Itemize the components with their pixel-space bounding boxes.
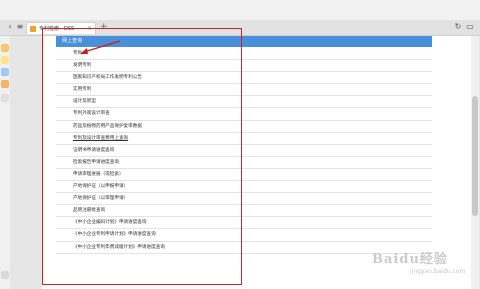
list-item-link[interactable]: 国家知识产权局工作发明专利公告 xyxy=(73,75,142,80)
list-item[interactable]: 产地保护证（以审理申请） xyxy=(56,193,432,206)
list-item-link[interactable]: 品牌注册批查询 xyxy=(73,208,105,213)
list-item-link[interactable]: 证明书申请进度查询 xyxy=(73,148,114,153)
scrollbar-thumb[interactable] xyxy=(472,96,478,216)
list-item[interactable]: 国家知识产权局工作发明专利公告 xyxy=(56,72,432,85)
list-item[interactable]: 产地保护证（以申报申请） xyxy=(56,181,432,194)
list-item[interactable]: 专利及设计审查费用上查询 xyxy=(56,133,432,145)
list-item-link[interactable]: 检索报告申请进度查询 xyxy=(73,160,119,165)
app-title-bar xyxy=(0,0,480,20)
panel-header: 网上查询 xyxy=(56,36,432,47)
list-item[interactable]: 专利外观设计审查 xyxy=(56,108,432,121)
watermark-url: jingyan.baidu.com xyxy=(410,268,466,275)
reload-icon[interactable]: ↻ xyxy=(452,22,464,32)
sidebar-app-icon[interactable] xyxy=(1,68,9,76)
new-tab-button[interactable]: + xyxy=(100,22,108,33)
sidebar-add-icon[interactable] xyxy=(1,271,9,279)
close-tab-icon[interactable]: × xyxy=(87,23,92,34)
sidebar-app-icon[interactable] xyxy=(1,56,9,64)
menu-icon[interactable]: ≡ xyxy=(14,22,26,32)
list-item-link[interactable]: 专利 xyxy=(73,51,82,56)
browser-toolbar: ‹ ≡ 专利检索 - DSS × + ↻ ▭ xyxy=(0,20,480,36)
list-item[interactable]: 专利 xyxy=(56,48,432,61)
list-item-link[interactable]: 实用专利 xyxy=(73,87,91,92)
tab-title: 专利检索 - DSS xyxy=(39,26,75,32)
list-item[interactable]: 检索报告申请进度查询 xyxy=(56,157,432,169)
list-item-link[interactable]: 《中小企业专利年费减缓计划》申请进度查询 xyxy=(73,245,165,250)
list-item[interactable]: 设计及新型 xyxy=(56,96,432,109)
sidebar-app-icon[interactable] xyxy=(1,80,9,88)
list-item-link[interactable]: 《中小企业专利申请计划》申请进度查询 xyxy=(73,232,156,237)
list-item-link[interactable]: 《中小企业编码计划》申请进度查询 xyxy=(73,220,147,225)
list-item[interactable]: 药品及植物药用产品保护复审数据 xyxy=(56,121,432,133)
browser-tab[interactable]: 专利检索 - DSS × xyxy=(26,22,96,34)
list-item[interactable]: 《中小企业专利申请计划》申请进度查询 xyxy=(56,229,432,242)
list-item-link[interactable]: 发明专利 xyxy=(73,63,91,68)
favicon-icon xyxy=(30,26,36,32)
list-item[interactable]: 《中小企业编码计划》申请进度查询 xyxy=(56,217,432,230)
list-item-link[interactable]: 专利及设计审查费用上查询 xyxy=(73,136,128,141)
query-list: 专利 发明专利 国家知识产权局工作发明专利公告 实用专利 设计及新型 专利外观设… xyxy=(56,48,432,254)
list-item[interactable]: 证明书申请进度查询 xyxy=(56,145,432,157)
list-item[interactable]: 实用专利 xyxy=(56,84,432,97)
list-item-link[interactable]: 药品及植物药用产品保护复审数据 xyxy=(73,124,142,129)
list-item-link[interactable]: 申请审理进展（或检索） xyxy=(73,172,124,177)
list-item-link[interactable]: 产地保护证（以申报申请） xyxy=(73,184,128,189)
list-item-link[interactable]: 专利外观设计审查 xyxy=(73,111,110,116)
list-item[interactable]: 品牌注册批查询 xyxy=(56,205,432,218)
left-sidebar xyxy=(0,36,10,289)
list-item-link[interactable]: 设计及新型 xyxy=(73,99,96,104)
sidebar-app-icon[interactable] xyxy=(1,94,9,102)
list-item[interactable]: 发明专利 xyxy=(56,60,432,73)
watermark-logo: Baidu经验 xyxy=(372,252,448,267)
list-item[interactable]: 申请审理进展（或检索） xyxy=(56,169,432,182)
scrollbar[interactable] xyxy=(471,36,479,289)
sidebar-app-icon[interactable] xyxy=(1,44,9,52)
list-item-link[interactable]: 产地保护证（以审理申请） xyxy=(73,196,128,201)
window-icon[interactable]: ▭ xyxy=(464,22,476,32)
